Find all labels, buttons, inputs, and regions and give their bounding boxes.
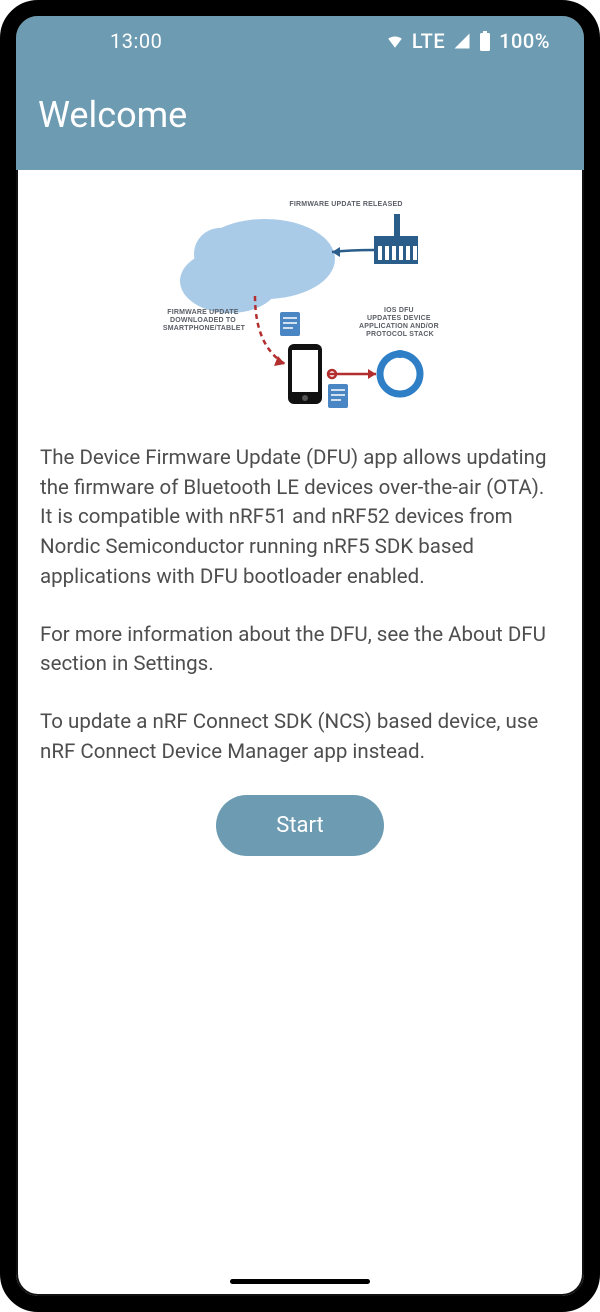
illus-label-right: IOS DFU UPDATES DEVICE APPLICATION AND/O… bbox=[359, 307, 441, 338]
phone-frame: 13:00 LTE 100% Welcome bbox=[0, 0, 600, 1312]
status-bar: 13:00 LTE 100% bbox=[16, 16, 584, 66]
welcome-paragraph-3: To update a nRF Connect SDK (NCS) based … bbox=[40, 708, 560, 767]
start-button[interactable]: Start bbox=[216, 795, 383, 856]
dfu-illustration: FIRMWARE UPDATE RELEASED FIRMWARE UPDATE… bbox=[150, 196, 450, 416]
android-nav-handle[interactable] bbox=[230, 1279, 370, 1284]
server-icon bbox=[374, 214, 418, 264]
firmware-file-2-icon bbox=[328, 384, 348, 408]
app-bar: Welcome bbox=[16, 66, 584, 170]
status-right: LTE 100% bbox=[386, 29, 550, 53]
firmware-file-icon bbox=[280, 312, 300, 336]
illus-label-top: FIRMWARE UPDATE RELEASED bbox=[289, 201, 402, 208]
signal-icon bbox=[453, 32, 471, 50]
wifi-icon bbox=[386, 32, 404, 50]
battery-icon bbox=[479, 31, 491, 51]
page-title: Welcome bbox=[38, 94, 187, 136]
welcome-paragraph-2: For more information about the DFU, see … bbox=[40, 621, 560, 680]
status-battery-label: 100% bbox=[499, 29, 550, 53]
action-row: Start bbox=[40, 795, 560, 856]
wearable-icon bbox=[380, 350, 420, 394]
illus-label-left: FIRMWARE UPDATE DOWNLOADED TO SMARTPHONE… bbox=[163, 309, 246, 332]
status-time: 13:00 bbox=[50, 29, 162, 53]
phone-icon bbox=[288, 344, 322, 404]
welcome-paragraph-1: The Device Firmware Update (DFU) app all… bbox=[40, 444, 560, 593]
content-area: FIRMWARE UPDATE RELEASED FIRMWARE UPDATE… bbox=[16, 170, 584, 1296]
status-network-label: LTE bbox=[412, 29, 445, 53]
